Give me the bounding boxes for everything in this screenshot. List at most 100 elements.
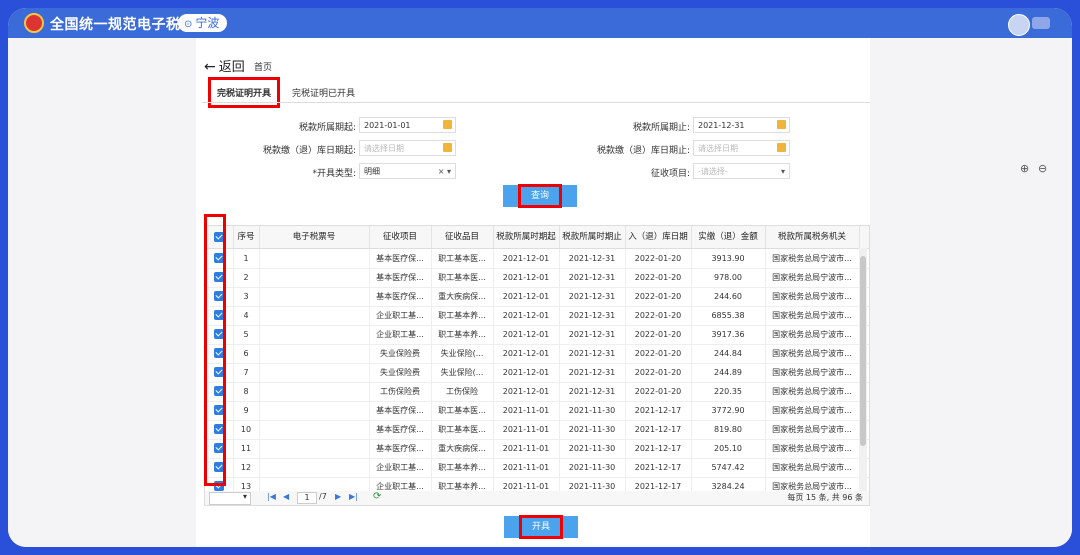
row-index: 2 (233, 268, 260, 287)
collection-item-label: 征收项目: (650, 169, 690, 179)
col-period-end: 税款所属时期止 (559, 226, 626, 248)
period-end-value: 2021-12-31 (698, 121, 745, 130)
period-end-input[interactable]: 2021-12-31 (693, 117, 790, 133)
row-collection-item: 基本医疗保... (369, 420, 432, 439)
refresh-icon[interactable]: ⟳ (373, 491, 381, 502)
row-period-start: 2021-12-01 (493, 268, 560, 287)
row-collection-item: 失业保险费 (369, 344, 432, 363)
row-collection-item: 基本医疗保... (369, 439, 432, 458)
row-storage-date: 2022-01-20 (625, 325, 692, 344)
row-index: 4 (233, 306, 260, 325)
tax-emblem-icon (24, 13, 44, 33)
checkbox-column-highlight (204, 214, 226, 486)
table-header: 序号 电子税票号 征收项目 征收品目 税款所属时期起 税款所属时期止 入（退）库… (205, 226, 869, 249)
first-page-icon[interactable]: |◀ (267, 492, 276, 501)
row-index: 5 (233, 325, 260, 344)
table-row[interactable]: 8 工伤保险费 工伤保险 2021-12-01 2021-12-31 2022-01-20… (205, 382, 869, 402)
tab-issued-certificates[interactable]: 完税证明已开具 (292, 86, 355, 99)
row-collection-item: 企业职工基... (369, 458, 432, 477)
last-page-icon[interactable]: ▶| (349, 492, 358, 501)
right-margin: ⊕ ⊖ (870, 70, 1072, 547)
row-collection-item: 基本医疗保... (369, 268, 432, 287)
row-collection-item: 企业职工基... (369, 325, 432, 344)
row-period-start: 2021-11-01 (493, 458, 560, 477)
prev-page-icon[interactable]: ◀ (283, 492, 289, 501)
row-amount: 3913.90 (691, 249, 766, 268)
row-ticket-no (259, 382, 370, 401)
row-collection-item: 基本医疗保... (369, 401, 432, 420)
row-amount: 220.35 (691, 382, 766, 401)
clear-and-dropdown-icon[interactable]: × ▾ (438, 164, 451, 180)
top-bar: 全国统一规范电子税务局 ⊙ 宁波 (8, 8, 1072, 38)
col-period-start: 税款所属时期起 (493, 226, 560, 248)
row-ticket-no (259, 439, 370, 458)
back-link[interactable]: ← 返回 (204, 56, 245, 75)
row-storage-date: 2022-01-20 (625, 287, 692, 306)
collection-item-select[interactable]: -请选择- ▾ (693, 163, 790, 179)
calendar-icon[interactable] (777, 120, 786, 129)
row-amount: 244.89 (691, 363, 766, 382)
row-period-end: 2021-11-30 (559, 401, 626, 420)
city-selector[interactable]: ⊙ 宁波 (178, 14, 228, 32)
query-label: 查询 (518, 184, 562, 208)
table-row[interactable]: 3 基本医疗保... 重大疾病保... 2021-12-01 2021-12-31 202… (205, 287, 869, 307)
row-period-start: 2021-12-01 (493, 325, 560, 344)
storage-start-input[interactable]: 请选择日期 (359, 140, 456, 156)
table-row[interactable]: 5 企业职工基... 职工基本养... 2021-12-01 2021-12-31 202… (205, 325, 869, 345)
table-row[interactable]: 4 企业职工基... 职工基本养... 2021-12-01 2021-12-31 202… (205, 306, 869, 326)
row-index: 10 (233, 420, 260, 439)
row-ticket-no (259, 268, 370, 287)
row-collection-subitem: 职工基本医... (431, 420, 494, 439)
row-storage-date: 2022-01-20 (625, 306, 692, 325)
table-scrollbar[interactable] (859, 248, 867, 492)
row-amount: 3772.90 (691, 401, 766, 420)
next-page-icon[interactable]: ▶ (335, 492, 341, 501)
row-amount: 978.00 (691, 268, 766, 287)
row-collection-subitem: 职工基本医... (431, 401, 494, 420)
calendar-icon[interactable] (443, 120, 452, 129)
period-start-input[interactable]: 2021-01-01 (359, 117, 456, 133)
row-collection-subitem: 失业保险(... (431, 344, 494, 363)
scroll-thumb[interactable] (860, 256, 866, 446)
storage-start-label: 税款缴（退）库日期起: (262, 146, 356, 156)
period-start-value: 2021-01-01 (364, 121, 411, 130)
row-collection-subitem: 工伤保险 (431, 382, 494, 401)
zoom-in-icon[interactable]: ⊕ (1020, 162, 1029, 175)
col-amount: 实缴（退）金额 (691, 226, 766, 248)
calendar-icon[interactable] (443, 143, 452, 152)
table-row[interactable]: 6 失业保险费 失业保险(... 2021-12-01 2021-12-31 2022-0… (205, 344, 869, 364)
table-row[interactable]: 10 基本医疗保... 职工基本医... 2021-11-01 2021-11-30 20… (205, 420, 869, 440)
table-row[interactable]: 7 失业保险费 失业保险(... 2021-12-01 2021-12-31 2022-0… (205, 363, 869, 383)
row-ticket-no (259, 344, 370, 363)
chevron-down-icon[interactable]: ▾ (781, 164, 785, 180)
page-number-input[interactable]: 1 (297, 492, 317, 504)
page-total: /7 (319, 492, 327, 501)
arrow-left-icon: ← (204, 59, 216, 75)
table-row[interactable]: 1 基本医疗保... 职工基本医... 2021-12-01 2021-12-31 202… (205, 249, 869, 269)
row-index: 9 (233, 401, 260, 420)
storage-end-input[interactable]: 请选择日期 (693, 140, 790, 156)
row-collection-item: 企业职工基... (369, 306, 432, 325)
tab-issue-certificate[interactable]: 完税证明开具 (208, 77, 281, 108)
row-ticket-no (259, 363, 370, 382)
location-pin-icon: ⊙ (184, 19, 193, 30)
issue-button[interactable]: 开具 (504, 515, 578, 539)
period-start-label: 税款所属期起: (298, 123, 356, 133)
row-period-start: 2021-12-01 (493, 363, 560, 382)
row-index: 11 (233, 439, 260, 458)
issue-type-label: *开具类型: (312, 169, 356, 179)
table-row[interactable]: 9 基本医疗保... 职工基本医... 2021-11-01 2021-11-30 202… (205, 401, 869, 421)
avatar[interactable] (1008, 14, 1030, 36)
table-row[interactable]: 11 基本医疗保... 重大疾病保... 2021-11-01 2021-11-30 20… (205, 439, 869, 459)
calendar-icon[interactable] (777, 143, 786, 152)
table-row[interactable]: 2 基本医疗保... 职工基本医... 2021-12-01 2021-12-31 202… (205, 268, 869, 288)
back-label: 返回 (218, 60, 245, 75)
zoom-out-icon[interactable]: ⊖ (1038, 162, 1047, 175)
query-button[interactable]: 查询 (503, 184, 577, 208)
row-amount: 819.80 (691, 420, 766, 439)
page-size-select[interactable]: ▾ (209, 492, 251, 505)
breadcrumb-home[interactable]: 首页 (254, 60, 272, 73)
issue-type-select[interactable]: 明细 × ▾ (359, 163, 456, 179)
row-storage-date: 2022-01-20 (625, 249, 692, 268)
table-row[interactable]: 12 企业职工基... 职工基本养... 2021-11-01 2021-11-30 20… (205, 458, 869, 478)
